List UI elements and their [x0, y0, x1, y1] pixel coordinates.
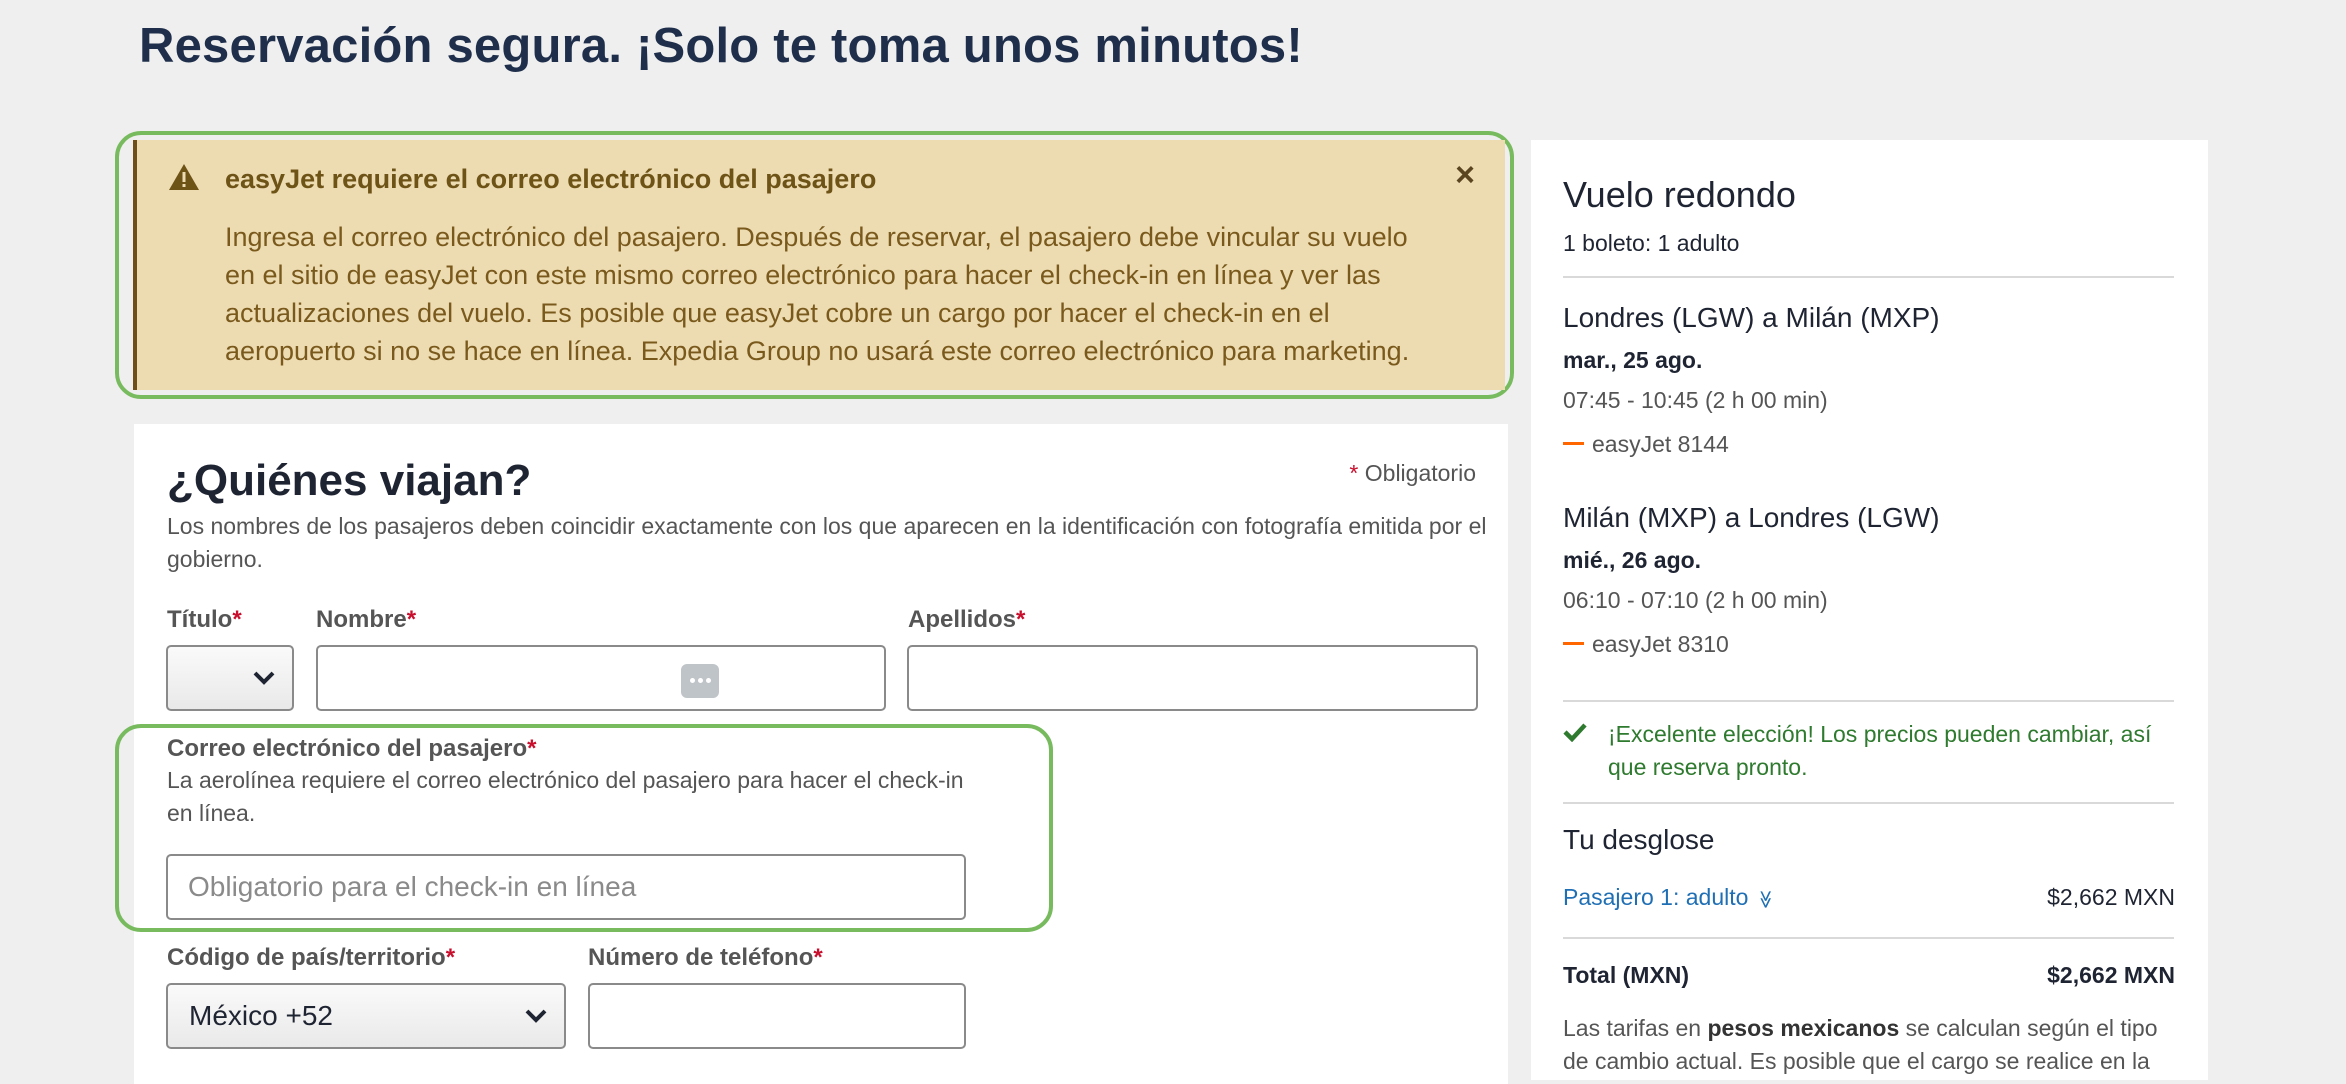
required-star: *	[232, 606, 242, 633]
last-name-label: Apellidos*	[908, 606, 1025, 634]
leg-2-route: Milán (MXP) a Londres (LGW)	[1563, 502, 1940, 533]
total-price: $2,662 MXN	[2047, 962, 2175, 988]
required-star: *	[813, 944, 823, 971]
leg-2-date: mié., 26 ago.	[1563, 547, 1702, 573]
email-label-text: Correo electrónico del pasajero	[167, 735, 528, 762]
email-label: Correo electrónico del pasajero*	[167, 735, 536, 763]
alert-title: easyJet requiere el correo electrónico d…	[225, 164, 877, 194]
leg-2-airline: easyJet 8310	[1563, 631, 1729, 658]
title-label: Título*	[167, 606, 242, 634]
leg-1-flight: easyJet 8144	[1592, 431, 1729, 457]
passenger-price: $2,662 MXN	[2047, 884, 2175, 910]
total-label: Total (MXN)	[1563, 962, 1690, 988]
page-title: Reservación segura. ¡Solo te toma unos m…	[139, 19, 1303, 73]
autofill-icon[interactable]	[681, 664, 719, 698]
required-note: * Obligatorio	[1349, 460, 1476, 487]
travelers-heading: ¿Quiénes viajan?	[167, 456, 532, 505]
passenger-breakdown-link[interactable]: Pasajero 1: adulto ≫	[1563, 884, 1777, 911]
phone-number-input[interactable]	[588, 983, 966, 1049]
required-star: *	[1016, 606, 1026, 633]
travelers-intro: Los nombres de los pasajeros deben coinc…	[167, 513, 1487, 572]
first-name-label-text: Nombre	[316, 606, 407, 633]
divider	[1563, 937, 2174, 939]
leg-2-time: 06:10 - 07:10 (2 h 00 min)	[1563, 587, 1828, 613]
divider	[1563, 276, 2174, 278]
email-required-alert: easyJet requiere el correo electrónico d…	[133, 140, 1505, 390]
warning-icon	[169, 164, 199, 190]
leg-1-airline: easyJet 8144	[1563, 431, 1729, 458]
required-star: *	[406, 606, 417, 633]
checkmark-icon	[1563, 723, 1587, 742]
phone-label: Número de teléfono*	[588, 944, 823, 972]
last-name-label-text: Apellidos	[908, 606, 1017, 633]
email-help-text: La aerolínea requiere el correo electrón…	[167, 767, 964, 826]
country-code-select[interactable]: México +52	[166, 983, 566, 1049]
phone-label-text: Número de teléfono	[588, 944, 814, 971]
leg-1-time: 07:45 - 10:45 (2 h 00 min)	[1563, 387, 1828, 413]
first-name-input[interactable]	[316, 645, 886, 711]
first-name-label: Nombre*	[316, 606, 416, 634]
required-label: Obligatorio	[1364, 460, 1476, 486]
easyjet-logo-icon	[1563, 442, 1584, 446]
chevron-down-icon	[253, 671, 275, 685]
required-star: *	[527, 735, 537, 762]
close-icon[interactable]: ×	[1455, 158, 1475, 192]
title-select[interactable]	[166, 645, 294, 711]
easyjet-logo-icon	[1563, 642, 1584, 646]
leg-1-route: Londres (LGW) a Milán (MXP)	[1563, 302, 1940, 333]
promo-text: ¡Excelente elección! Los precios pueden …	[1608, 721, 2152, 780]
alert-body: Ingresa el correo electrónico del pasaje…	[225, 222, 1410, 366]
passenger-link-label: Pasajero 1: adulto	[1563, 884, 1749, 910]
divider	[1563, 700, 2174, 702]
passenger-email-input[interactable]	[166, 854, 966, 920]
leg-2-flight: easyJet 8310	[1592, 631, 1729, 657]
chevron-down-icon	[525, 1009, 547, 1023]
rates-note-currency: pesos mexicanos	[1707, 1015, 1900, 1041]
ticket-count: 1 boleto: 1 adulto	[1563, 230, 1740, 256]
exchange-rate-note: Las tarifas en pesos mexicanos se calcul…	[1563, 1012, 2183, 1078]
leg-1-date: mar., 25 ago.	[1563, 347, 1703, 373]
last-name-input[interactable]	[907, 645, 1478, 711]
country-code-label: Código de país/territorio*	[167, 944, 455, 972]
title-label-text: Título	[167, 606, 233, 633]
trip-type-title: Vuelo redondo	[1563, 174, 1796, 215]
country-code-value: México +52	[189, 1000, 333, 1031]
breakdown-title: Tu desglose	[1563, 824, 1715, 855]
rates-note-prefix: Las tarifas en	[1563, 1015, 1708, 1041]
divider	[1563, 802, 2174, 804]
double-chevron-down-icon: ≫	[1756, 890, 1777, 909]
required-star: *	[1349, 460, 1359, 486]
country-code-label-text: Código de país/territorio	[167, 944, 446, 971]
trip-summary-card: Vuelo redondo 1 boleto: 1 adulto Londres…	[1531, 140, 2208, 1080]
required-star: *	[445, 944, 456, 971]
